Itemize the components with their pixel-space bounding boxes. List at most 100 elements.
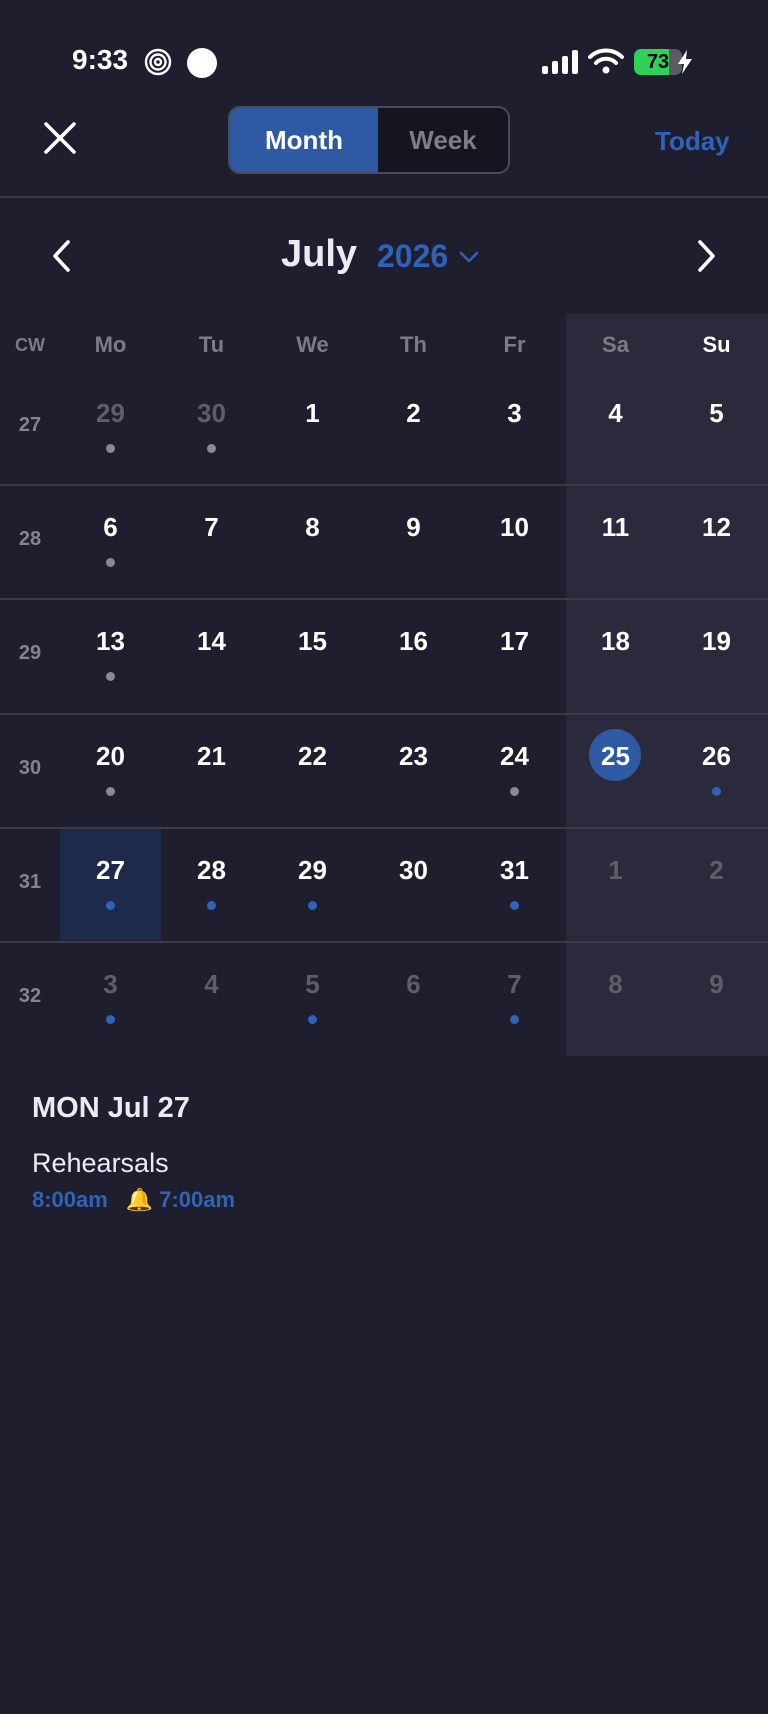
day-cell[interactable]: 14 (161, 600, 262, 712)
day-number: 4 (204, 969, 219, 999)
day-number: 15 (298, 626, 327, 656)
day-cell[interactable]: 3 (60, 943, 161, 1055)
spiral-icon (144, 48, 172, 76)
day-number: 2 (406, 398, 421, 428)
day-cell[interactable]: 22 (262, 715, 363, 827)
day-number: 3 (103, 969, 118, 999)
day-number: 4 (608, 398, 623, 428)
weekday-sa: Sa (602, 332, 629, 357)
week-row: 31 27 28 29 30 31 1 2 (0, 829, 768, 941)
wifi-icon (588, 48, 624, 74)
close-button[interactable] (38, 116, 82, 160)
recording-dot-icon (187, 48, 217, 78)
event-item[interactable]: Rehearsals 8:00am 🔔 7:00am (32, 1148, 732, 1213)
day-cell[interactable]: 7 (161, 486, 262, 598)
tab-month[interactable]: Month (230, 108, 378, 172)
day-cell-selected[interactable]: 27 (60, 829, 161, 941)
day-cell[interactable]: 5 (262, 943, 363, 1055)
day-number: 9 (406, 512, 421, 542)
day-cell[interactable]: 24 (464, 715, 565, 827)
event-indicator-dot (510, 787, 519, 796)
day-number: 12 (702, 512, 731, 542)
day-number: 22 (298, 741, 327, 771)
day-cell[interactable]: 2 (666, 829, 767, 941)
day-number: 5 (305, 969, 320, 999)
day-number: 7 (507, 969, 522, 999)
day-number: 1 (305, 398, 320, 428)
event-title: Rehearsals (32, 1148, 169, 1178)
day-number: 17 (500, 626, 529, 656)
week-row: 29 13 14 15 16 17 18 19 (0, 600, 768, 712)
day-cell[interactable]: 5 (666, 372, 767, 484)
day-cell[interactable]: 11 (565, 486, 666, 598)
day-cell[interactable]: 1 (565, 829, 666, 941)
day-cell-today[interactable]: 25 (565, 715, 666, 827)
month-title: July (281, 233, 358, 275)
day-cell[interactable]: 3 (464, 372, 565, 484)
day-cell[interactable]: 31 (464, 829, 565, 941)
event-indicator-dot (308, 1015, 317, 1024)
day-cell[interactable]: 30 (363, 829, 464, 941)
day-cell[interactable]: 9 (666, 943, 767, 1055)
today-button[interactable]: Today (655, 126, 730, 157)
day-cell[interactable]: 8 (565, 943, 666, 1055)
day-cell[interactable]: 29 (60, 372, 161, 484)
day-cell[interactable]: 6 (363, 943, 464, 1055)
year-dropdown[interactable]: 2026 (377, 238, 480, 275)
battery-indicator: 73 (634, 49, 692, 75)
day-cell[interactable]: 15 (262, 600, 363, 712)
battery-percentage: 73 (646, 51, 670, 73)
event-time: 8:00am (32, 1187, 108, 1212)
charging-bolt-icon (678, 50, 692, 74)
event-indicator-dot (106, 1015, 115, 1024)
status-time: 9:33 (72, 44, 129, 75)
day-cell[interactable]: 6 (60, 486, 161, 598)
day-cell[interactable]: 28 (161, 829, 262, 941)
day-cell[interactable]: 20 (60, 715, 161, 827)
day-cell[interactable]: 7 (464, 943, 565, 1055)
next-month-button[interactable] (690, 236, 722, 276)
day-cell[interactable]: 17 (464, 600, 565, 712)
calendar-week-number: 30 (18, 757, 42, 779)
event-indicator-dot (510, 1015, 519, 1024)
event-indicator-dot (712, 787, 721, 796)
day-number: 27 (96, 855, 125, 885)
day-cell[interactable]: 30 (161, 372, 262, 484)
day-number: 18 (601, 626, 630, 656)
calendar-week-label: CW (15, 335, 45, 355)
day-cell[interactable]: 23 (363, 715, 464, 827)
day-cell[interactable]: 12 (666, 486, 767, 598)
calendar-week-number: 32 (18, 985, 42, 1007)
day-cell[interactable]: 8 (262, 486, 363, 598)
day-number: 6 (406, 969, 421, 999)
weekday-header: CW Mo Tu We Th Fr Sa Su (0, 314, 768, 372)
day-number: 26 (702, 741, 731, 771)
day-number: 30 (197, 398, 226, 428)
day-number: 3 (507, 398, 522, 428)
day-cell[interactable]: 21 (161, 715, 262, 827)
previous-month-button[interactable] (46, 236, 78, 276)
day-cell[interactable]: 26 (666, 715, 767, 827)
day-number: 13 (96, 626, 125, 656)
calendar-week-number: 29 (18, 642, 42, 664)
tab-week[interactable]: Week (378, 108, 508, 172)
day-cell[interactable]: 29 (262, 829, 363, 941)
day-number: 16 (399, 626, 428, 656)
day-cell[interactable]: 16 (363, 600, 464, 712)
day-cell[interactable]: 10 (464, 486, 565, 598)
day-number: 8 (608, 969, 623, 999)
day-cell[interactable]: 4 (161, 943, 262, 1055)
day-number: 1 (608, 855, 623, 885)
calendar-week-number: 27 (18, 414, 42, 436)
day-cell[interactable]: 2 (363, 372, 464, 484)
day-cell[interactable]: 9 (363, 486, 464, 598)
day-cell[interactable]: 13 (60, 600, 161, 712)
calendar-screen: 9:33 73 Month Week Today July 2026 CW Mo… (0, 0, 768, 1714)
day-cell[interactable]: 4 (565, 372, 666, 484)
day-cell[interactable]: 19 (666, 600, 767, 712)
day-number: 14 (197, 626, 226, 656)
day-cell[interactable]: 18 (565, 600, 666, 712)
week-row: 32 3 4 5 6 7 8 9 (0, 943, 768, 1055)
event-meta: 8:00am 🔔 7:00am (32, 1187, 732, 1213)
day-cell[interactable]: 1 (262, 372, 363, 484)
